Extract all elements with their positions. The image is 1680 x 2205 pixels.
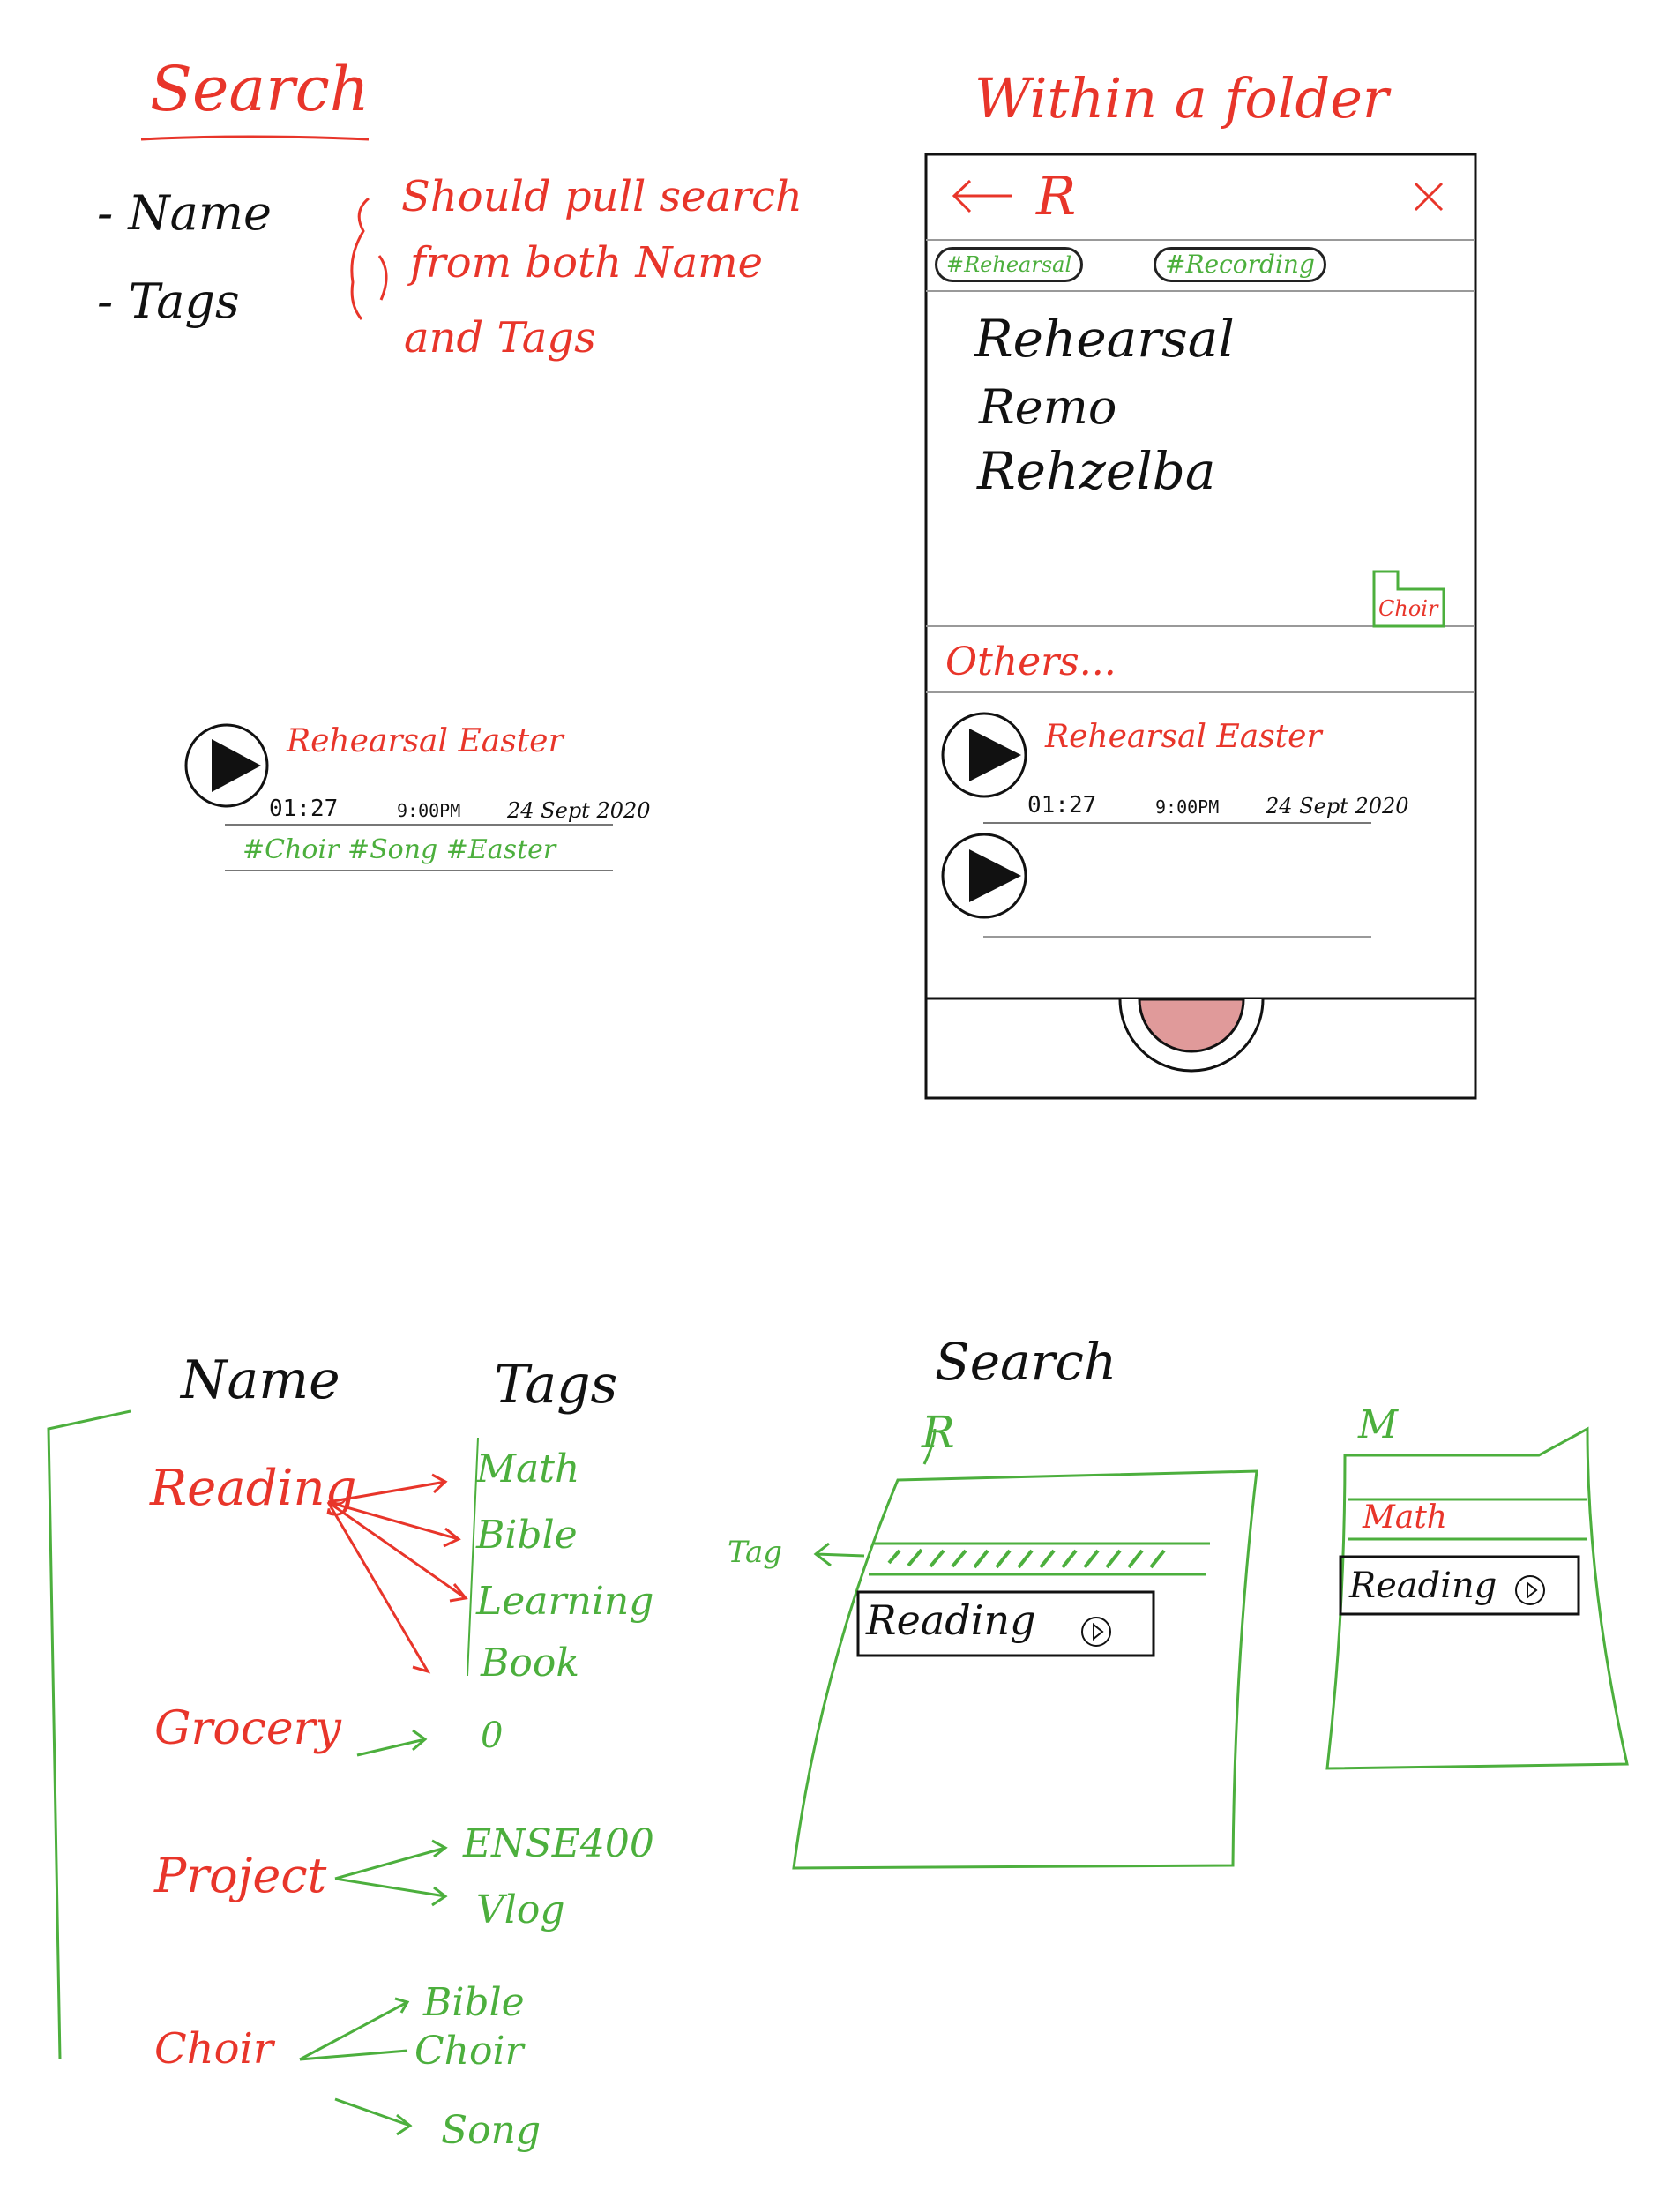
brace-left: [350, 197, 370, 320]
result-item-rehearsal[interactable]: Rehearsal: [974, 309, 1235, 369]
back-button[interactable]: [948, 176, 1019, 216]
recording-title: Rehearsal Easter: [287, 723, 564, 759]
close-button[interactable]: [1409, 176, 1449, 216]
others-label: Others...: [945, 639, 1116, 684]
recording-tags[interactable]: #Choir #Song #Easter: [243, 834, 556, 865]
mapping-name-choir: Choir: [154, 2024, 273, 2074]
note-line-1: Should pull search: [401, 172, 803, 221]
search-sketch-tag-math[interactable]: Math: [1363, 1499, 1447, 1536]
mapping-tags-header: Tags: [494, 1354, 618, 1416]
item-tags: - Tags: [97, 273, 240, 329]
mapping-tag-bible: Bible: [476, 1513, 578, 1558]
mapping-tag-zero: 0: [481, 1715, 504, 1756]
search-sketch-panel-1: [792, 1469, 1258, 1870]
mapping-bracket: [47, 1409, 131, 2060]
mapping-tag-ense400: ENSE400: [463, 1821, 654, 1866]
search-title: Search: [150, 53, 370, 125]
mapping-tag-vlog: Vlog: [476, 1887, 565, 1932]
others-recording-duration: 01:27: [1027, 792, 1097, 818]
others-recording-time: 9:00PM: [1155, 796, 1220, 818]
mapping-tag-learning: Learning: [476, 1579, 654, 1624]
result-item-rehzelba[interactable]: Rehzelba: [977, 441, 1216, 501]
search-sketch-query-r[interactable]: R: [922, 1407, 955, 1458]
search-sketch-title: Search: [935, 1332, 1117, 1392]
phone-caption: Within a folder: [974, 66, 1389, 131]
folder-label-choir[interactable]: Choir: [1378, 596, 1437, 621]
note-line-3: and Tags: [404, 313, 596, 363]
tag-chip-recording[interactable]: #Recording: [1154, 247, 1326, 282]
mapping-tag-book: Book: [481, 1641, 579, 1686]
mapping-name-grocery: Grocery: [154, 1702, 341, 1755]
others-recording-date: 24 Sept 2020: [1266, 794, 1409, 818]
mapping-tag-math: Math: [476, 1446, 580, 1491]
mapping-name-project: Project: [154, 1848, 327, 1903]
mapping-name-header: Name: [181, 1349, 340, 1411]
search-sketch-result-reading[interactable]: Reading: [866, 1596, 1036, 1644]
note-line-2: from both Name: [410, 238, 764, 288]
item-name: - Name: [97, 185, 273, 241]
mapping-name-reading: Reading: [150, 1460, 357, 1517]
search-sketch-query-m[interactable]: M: [1358, 1402, 1398, 1447]
mapping-tag-song: Song: [441, 2108, 541, 2153]
brace-right: [377, 255, 388, 301]
result-item-remo[interactable]: Remo: [979, 379, 1116, 435]
mapping-tag-choir: Choir: [414, 2029, 524, 2074]
tag-chip-rehearsal[interactable]: #Rehearsal: [935, 247, 1084, 282]
recording-date: 24 Sept 2020: [507, 798, 651, 823]
search-sketch-tag-label: Tag: [728, 1535, 783, 1570]
mapping-tag-bible-2: Bible: [423, 1980, 525, 2025]
search-sketch-result-reading-2[interactable]: Reading: [1349, 1566, 1497, 1606]
others-recording-title: Rehearsal Easter: [1045, 719, 1322, 755]
recording-duration: 01:27: [269, 796, 339, 822]
search-query-input[interactable]: R: [1036, 166, 1076, 228]
recording-time: 9:00PM: [397, 800, 461, 821]
search-title-underline: [140, 135, 370, 141]
tag-strip-hatched: [887, 1548, 1166, 1569]
